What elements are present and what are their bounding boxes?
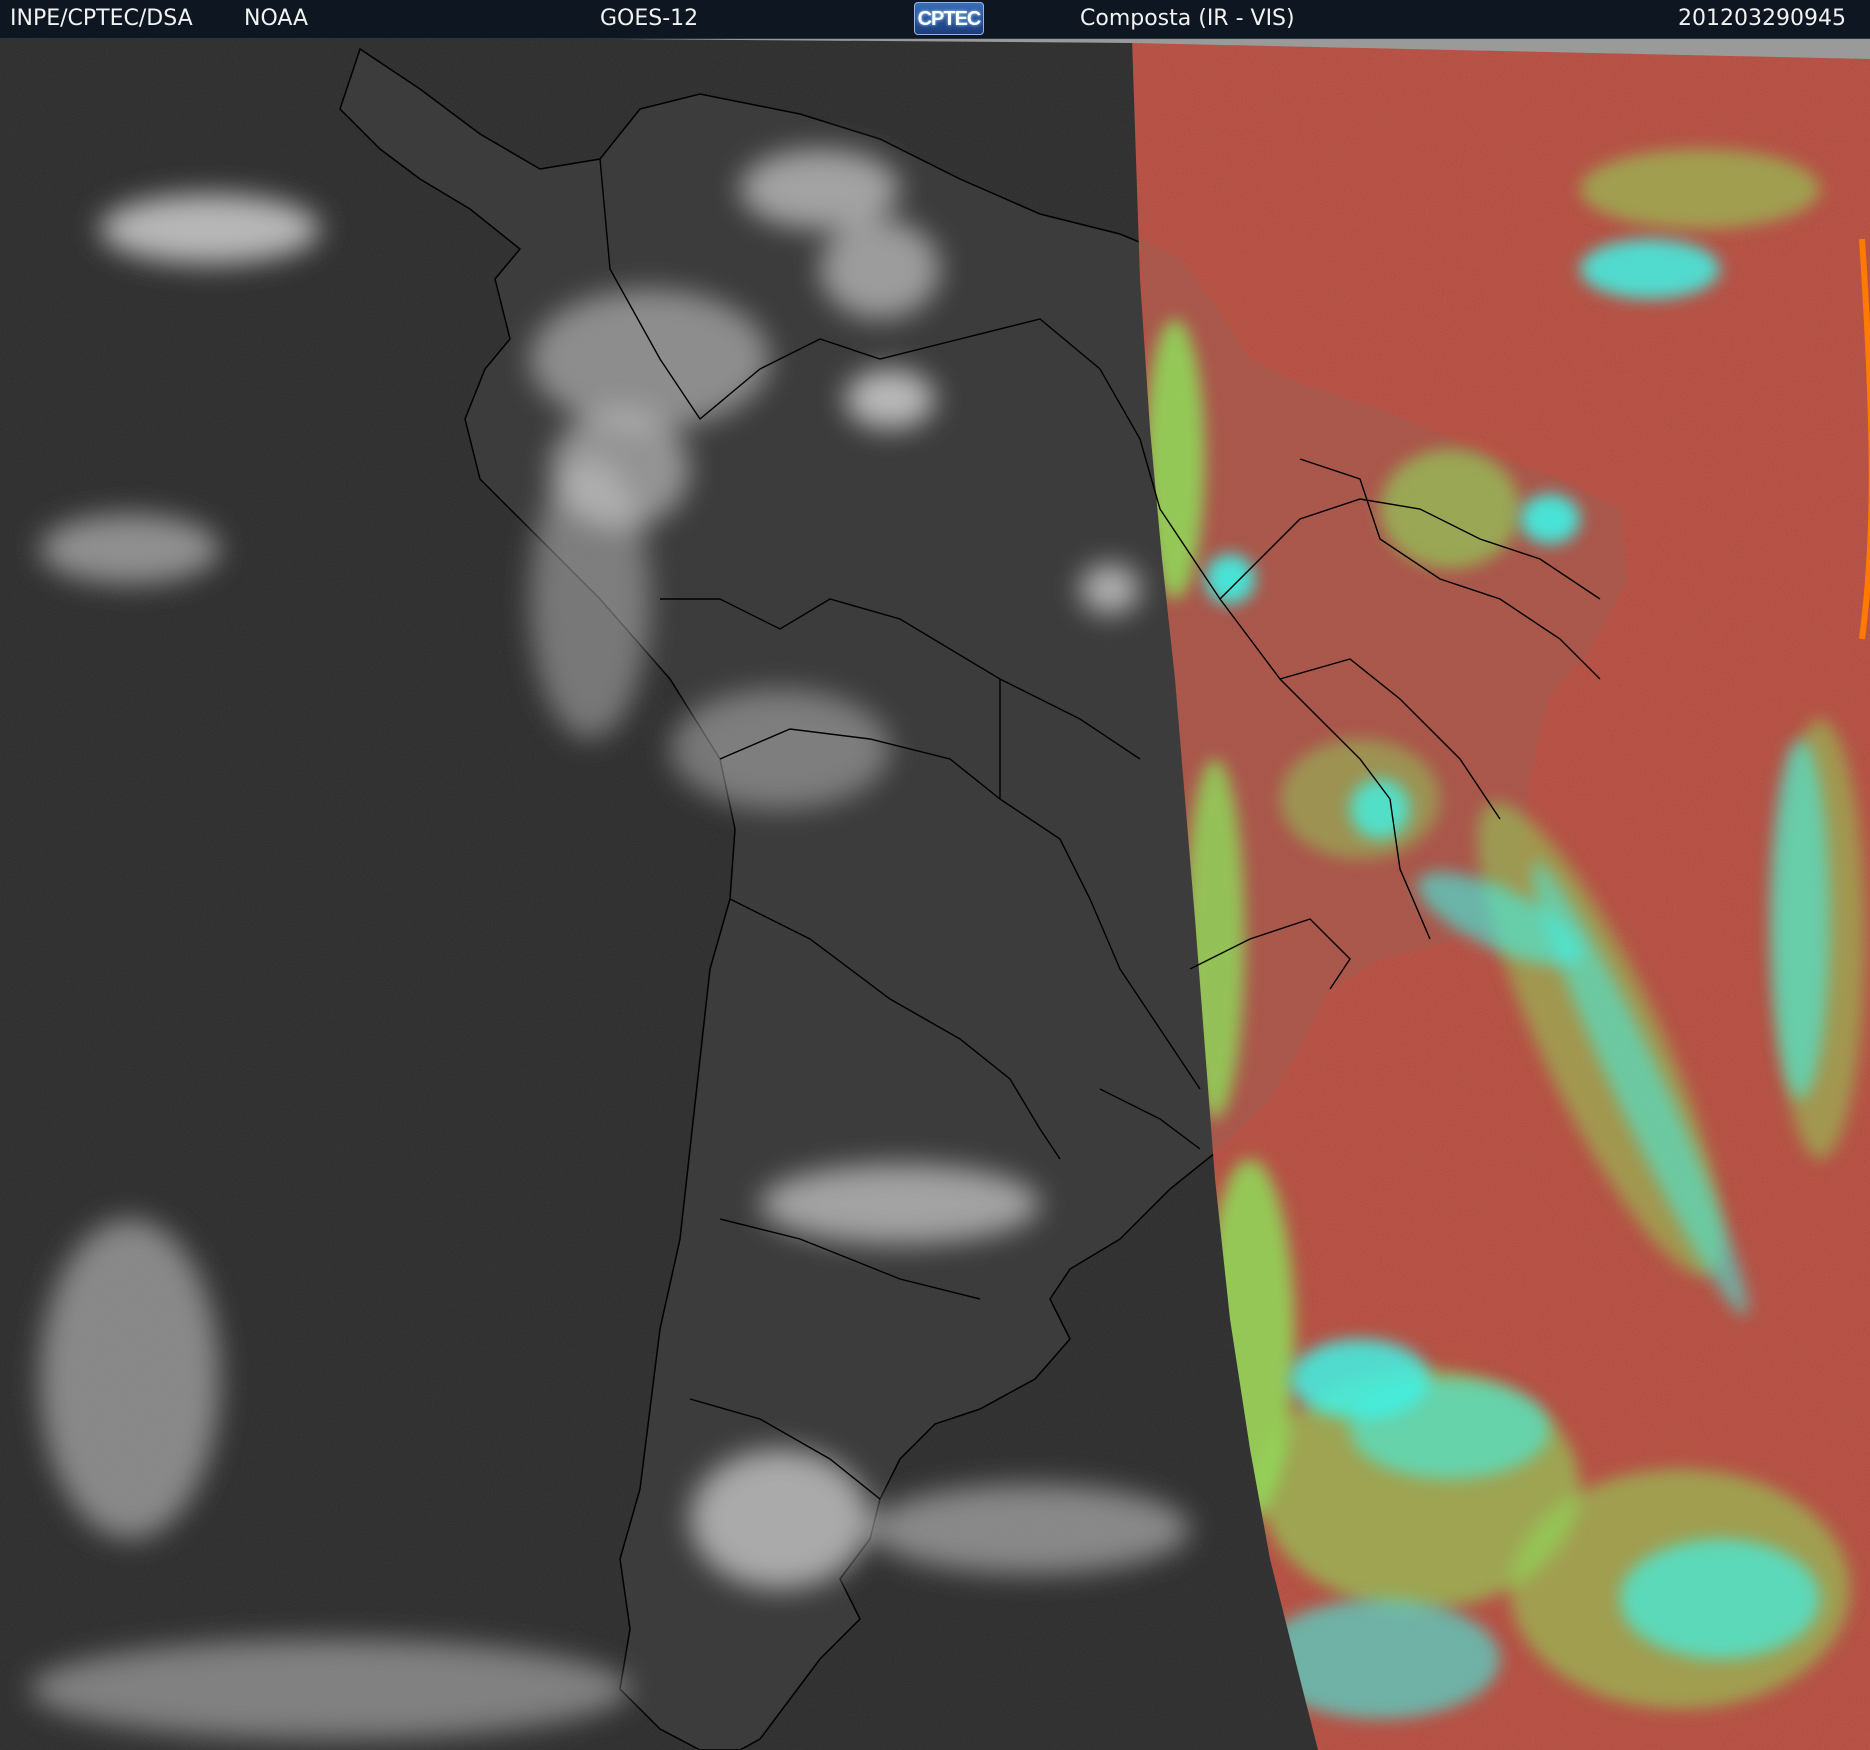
satellite-label: GOES-12 [600, 6, 699, 31]
logo-text: CPTEC [917, 8, 982, 30]
satellite-image [0, 39, 1870, 1750]
agency-label: NOAA [244, 6, 309, 31]
cptec-logo: CPTEC [914, 2, 984, 35]
satellite-composite-svg [0, 39, 1870, 1750]
image-header: INPE/CPTEC/DSA NOAA GOES-12 CPTEC Compos… [0, 0, 1870, 39]
institution-label: INPE/CPTEC/DSA [10, 6, 193, 31]
timestamp-label: 201203290945 [1678, 6, 1846, 31]
product-label: Composta (IR - VIS) [1080, 6, 1295, 31]
